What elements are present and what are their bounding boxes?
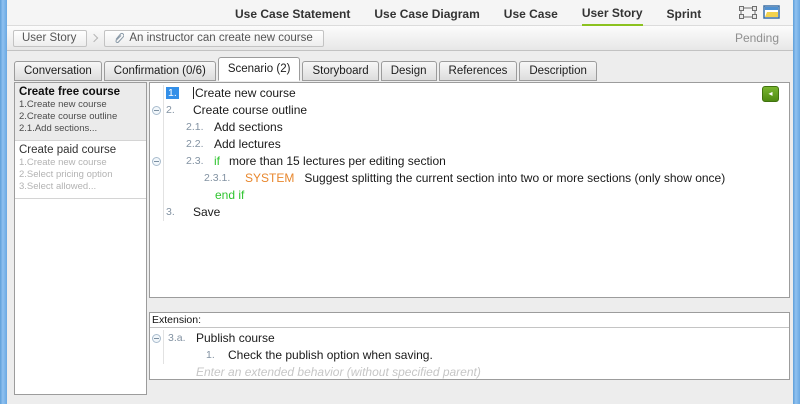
text-cursor <box>193 87 194 99</box>
tab-conversation[interactable]: Conversation <box>14 61 102 81</box>
breadcrumb-bar: User Story An instructor can create new … <box>7 26 793 51</box>
step-text: Suggest splitting the current section in… <box>304 171 726 185</box>
step-row-2-3-1[interactable]: 2.3.1. SYSTEM Suggest splitting the curren… <box>150 170 789 187</box>
breadcrumb-root[interactable]: User Story <box>13 29 88 47</box>
tab-references[interactable]: References <box>438 61 518 81</box>
tab-description[interactable]: Description <box>519 61 597 81</box>
extension-placeholder-row[interactable]: Enter an extended behavior (without spec… <box>150 364 789 381</box>
step-row-2-3[interactable]: 2.3. if more than 15 lectures per editing … <box>150 153 789 170</box>
scenario-preview: 1.Create new course 2.Select pricing opt… <box>19 157 113 192</box>
scenario-step-editor[interactable]: 1. Create new course 2. Create course outl… <box>149 82 790 298</box>
top-tab-use-case[interactable]: Use Case <box>504 1 558 25</box>
step-number: 1. <box>166 87 179 99</box>
breadcrumb-current[interactable]: An instructor can create new course <box>104 29 324 47</box>
step-number: 2.3. <box>186 155 204 167</box>
step-text: Publish course <box>196 331 275 345</box>
step-number: 2.1. <box>186 121 204 133</box>
scenario-preview: 1.Create new course 2.Create course outl… <box>19 99 118 134</box>
content-area: Conversation Confirmation (0/6) Scenario… <box>7 51 793 404</box>
collapse-minus-icon[interactable] <box>152 157 161 166</box>
window-frame-right <box>793 0 800 404</box>
step-text: more than 15 lectures per editing sectio… <box>229 154 446 168</box>
top-nav-tabs: Use Case Statement Use Case Diagram Use … <box>235 0 702 27</box>
step-row-2-1[interactable]: 2.1. Add sections <box>150 119 789 136</box>
scenario-steps: 1. Create new course 2. Create course outl… <box>150 83 789 221</box>
end-if-keyword: end if <box>215 188 245 202</box>
top-tab-sprint[interactable]: Sprint <box>667 1 702 25</box>
step-text: Add lectures <box>214 137 281 151</box>
step-number: 3. <box>166 206 175 218</box>
extension-row-1[interactable]: 1. Check the publish option when saving. <box>150 347 789 364</box>
marquee-selection-icon[interactable] <box>739 5 757 20</box>
extension-label: Extension: <box>150 313 789 328</box>
tab-storyboard[interactable]: Storyboard <box>302 61 379 81</box>
extension-panel[interactable]: Extension: 3.a. Publish course 1. Check th… <box>149 312 790 380</box>
paperclip-icon <box>113 31 125 46</box>
system-keyword: SYSTEM <box>245 171 295 185</box>
extension-placeholder: Enter an extended behavior (without spec… <box>196 365 481 379</box>
extension-steps: 3.a. Publish course 1. Check the publish o… <box>150 328 789 381</box>
scenario-list-panel: Create free course 1.Create new course 2… <box>14 82 147 395</box>
step-row-2-2[interactable]: 2.2. Add lectures <box>150 136 789 153</box>
scenario-list-item-create-paid-course[interactable]: Create paid course 1.Create new course 2… <box>15 141 146 199</box>
tab-confirmation[interactable]: Confirmation (0/6) <box>103 61 216 81</box>
diagram-window-icon[interactable] <box>763 5 781 20</box>
step-number: 2. <box>166 104 175 116</box>
breadcrumb-root-label: User Story <box>22 32 77 44</box>
scenario-list-item-create-free-course[interactable]: Create free course 1.Create new course 2… <box>15 83 146 141</box>
top-tab-use-case-statement[interactable]: Use Case Statement <box>235 1 350 25</box>
collapse-minus-icon[interactable] <box>152 106 161 115</box>
top-tab-use-case-diagram[interactable]: Use Case Diagram <box>374 1 479 25</box>
scenario-title: Create free course <box>19 86 120 98</box>
topbar-icons <box>739 5 781 20</box>
step-text: Create new course <box>195 86 296 100</box>
step-row-3[interactable]: 3. Save <box>150 204 789 221</box>
user-story-window: Use Case Statement Use Case Diagram Use … <box>0 0 800 417</box>
tab-design[interactable]: Design <box>380 61 437 81</box>
step-row-2[interactable]: 2. Create course outline <box>150 102 789 119</box>
step-number: 3.a. <box>168 332 186 344</box>
doc-tab-bar: Conversation Confirmation (0/6) Scenario… <box>14 57 599 81</box>
window-frame-left <box>0 0 7 404</box>
panel-collapse-button[interactable]: ◂ <box>762 86 779 102</box>
extension-row-3a[interactable]: 3.a. Publish course <box>150 330 789 347</box>
collapse-minus-icon[interactable] <box>152 334 161 343</box>
top-nav-bar: Use Case Statement Use Case Diagram Use … <box>7 0 793 27</box>
step-row-1[interactable]: 1. Create new course <box>150 85 789 102</box>
breadcrumb-current-label: An instructor can create new course <box>129 32 313 44</box>
step-text: Check the publish option when saving. <box>228 348 433 362</box>
top-tab-user-story[interactable]: User Story <box>581 0 643 27</box>
step-text: Create course outline <box>193 103 308 117</box>
step-row-end-if[interactable]: end if <box>150 187 789 204</box>
scenario-title: Create paid course <box>19 144 117 156</box>
status-badge: Pending <box>734 31 779 45</box>
step-number: 2.2. <box>186 138 204 150</box>
chevron-right-icon <box>90 33 99 43</box>
step-number: 2.3.1. <box>204 172 231 184</box>
step-number: 1. <box>206 349 215 361</box>
if-keyword: if <box>214 154 220 168</box>
step-text: Save <box>193 205 221 219</box>
tab-scenario[interactable]: Scenario (2) <box>217 57 301 81</box>
step-text: Add sections <box>214 120 283 134</box>
